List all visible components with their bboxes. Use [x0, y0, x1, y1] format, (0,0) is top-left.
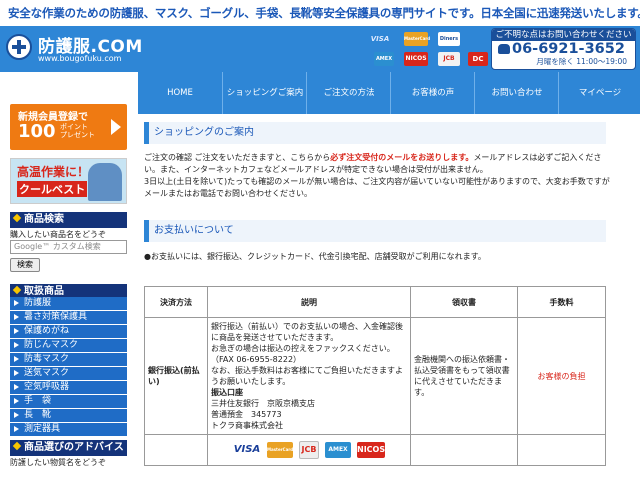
category-protective-suits[interactable]: 防護服	[10, 297, 127, 311]
category-measuring-tools[interactable]: 測定器具	[10, 423, 127, 437]
main-content: ショッピングのご案内 ご注文の確認 ご注文をいただきますと、こちらから必ず注文受…	[138, 114, 640, 477]
payment-title: お支払いについて	[144, 220, 606, 242]
fee-cell: お客様の負担	[517, 317, 606, 435]
search-subtext: 購入したい商品名をどうぞ	[10, 230, 106, 239]
jcb-card-icon: JCB	[438, 52, 460, 66]
table-row: VISA MasterCard JCB AMEX NICOS	[144, 434, 606, 466]
site-tagline: 安全な作業のための防護服、マスク、ゴーグル、手袋、長靴等安全保護具の専門サイトで…	[0, 0, 640, 26]
amex-card-icon: AMEX	[374, 52, 394, 66]
method-cell	[144, 434, 208, 466]
nav-home[interactable]: HOME	[138, 72, 222, 114]
cross-logo-icon	[6, 34, 32, 60]
nav-customer-voice[interactable]: お客様の声	[390, 72, 475, 114]
cool-vest-banner[interactable]: 高温作業に！ クールベスト	[10, 158, 127, 204]
category-airline-masks[interactable]: 送気マスク	[10, 367, 127, 381]
receipt-cell	[410, 434, 518, 466]
jcb-logo-icon: JCB	[299, 441, 319, 459]
phone-hours: 月曜を除く 11:00～19:00	[536, 57, 627, 66]
arrow-right-icon	[111, 119, 121, 135]
order-confirmation-text: ご注文の確認 ご注文をいただきますと、こちらから必ず注文受付のメールをお送りしま…	[144, 153, 610, 198]
table-header-row: 決済方法 説明 領収書 手数料	[144, 286, 606, 318]
phone-number: 06-6921-3652	[492, 41, 635, 57]
nav-my-page[interactable]: マイページ	[558, 72, 640, 114]
category-safety-glasses[interactable]: 保護めがね	[10, 325, 127, 339]
column-header: 決済方法	[144, 286, 208, 318]
receipt-cell: 金融機関への振込依頼書・払込受領書をもって領収書に代えさせていただきます。	[410, 317, 518, 435]
payment-methods-text: ●お支払いには、銀行振込、クレジットカード、代金引換宅配、店舗受取がご利用になれ…	[144, 252, 486, 261]
description-cell: 銀行振込（前払い）でのお支払いの場合、入金確認後に商品を発送させていただきます。…	[207, 317, 411, 435]
dc-card-icon: DC	[468, 52, 488, 66]
mastercard-icon: MasterCard	[404, 32, 430, 46]
column-header: 説明	[207, 286, 411, 318]
diamond-bullet-icon	[12, 441, 22, 451]
search-heading: 商品検索	[10, 212, 127, 228]
nicos-logo-icon: NICOS	[357, 442, 385, 458]
card-logos-cell: VISA MasterCard JCB AMEX NICOS	[207, 434, 411, 466]
diners-card-icon: Diners	[438, 32, 460, 46]
search-button[interactable]: 検索	[10, 258, 40, 272]
contact-phone-box[interactable]: ご不明な点はお問い合わせください 06-6921-3652 月曜を除く 11:0…	[491, 28, 636, 70]
nav-shopping-guide[interactable]: ショッピングご案内	[222, 72, 307, 114]
visa-card-icon: VISA	[370, 35, 390, 43]
mastercard-logo-icon: MasterCard	[267, 442, 293, 458]
column-header: 領収書	[410, 286, 518, 318]
method-cell: 銀行振込(前払い)	[144, 317, 208, 435]
member-signup-banner[interactable]: 新規会員登録で 100 ポイント プレゼント	[10, 104, 127, 150]
phone-title: ご不明な点はお問い合わせください	[492, 29, 635, 41]
payment-table: 決済方法 説明 領収書 手数料 銀行振込(前払い) 銀行振込（前払い）でのお支払…	[144, 286, 606, 466]
main-nav: HOME ショッピングご案内 ご注文の方法 お客様の声 お問い合わせ マイページ	[138, 72, 640, 114]
column-header: 手数料	[517, 286, 606, 318]
nav-contact[interactable]: お問い合わせ	[474, 72, 559, 114]
category-boots[interactable]: 長 靴	[10, 409, 127, 423]
logo-url: www.bougofuku.com	[38, 54, 122, 63]
category-breathing-apparatus[interactable]: 空気呼吸器	[10, 381, 127, 395]
visa-logo-icon: VISA	[233, 444, 261, 455]
category-heat-protection[interactable]: 暑さ対策保護具	[10, 311, 127, 325]
nav-how-to-order[interactable]: ご注文の方法	[306, 72, 391, 114]
category-gas-masks[interactable]: 防毒マスク	[10, 353, 127, 367]
nicos-card-icon: NICOS	[404, 52, 428, 66]
phone-icon	[498, 44, 510, 54]
accepted-cards: VISA MasterCard Diners AMEX NICOS JCB DC	[366, 32, 490, 68]
sidebar: 新規会員登録で 100 ポイント プレゼント 高温作業に！ クールベスト 商品検…	[0, 72, 138, 477]
advice-subtext: 防護したい物質名をどうぞ	[10, 458, 106, 467]
amex-logo-icon: AMEX	[325, 442, 351, 458]
diamond-bullet-icon	[12, 285, 22, 295]
category-gloves[interactable]: 手 袋	[10, 395, 127, 409]
diamond-bullet-icon	[12, 213, 22, 223]
table-row: 銀行振込(前払い) 銀行振込（前払い）でのお支払いの場合、入金確認後に商品を発送…	[144, 317, 606, 435]
category-dust-masks[interactable]: 防じんマスク	[10, 339, 127, 353]
fee-cell	[517, 434, 606, 466]
advice-heading: 商品選びのアドバイス	[10, 440, 127, 456]
worker-vest-image	[88, 163, 122, 201]
site-logo[interactable]: 防護服.COM www.bougofuku.com	[6, 32, 186, 68]
category-list: 防護服 暑さ対策保護具 保護めがね 防じんマスク 防毒マスク 送気マスク 空気呼…	[10, 297, 127, 437]
search-input[interactable]: Google™ カスタム検索	[10, 240, 127, 254]
site-header: 防護服.COM www.bougofuku.com VISA MasterCar…	[0, 26, 640, 72]
shopping-guide-title: ショッピングのご案内	[144, 122, 606, 144]
